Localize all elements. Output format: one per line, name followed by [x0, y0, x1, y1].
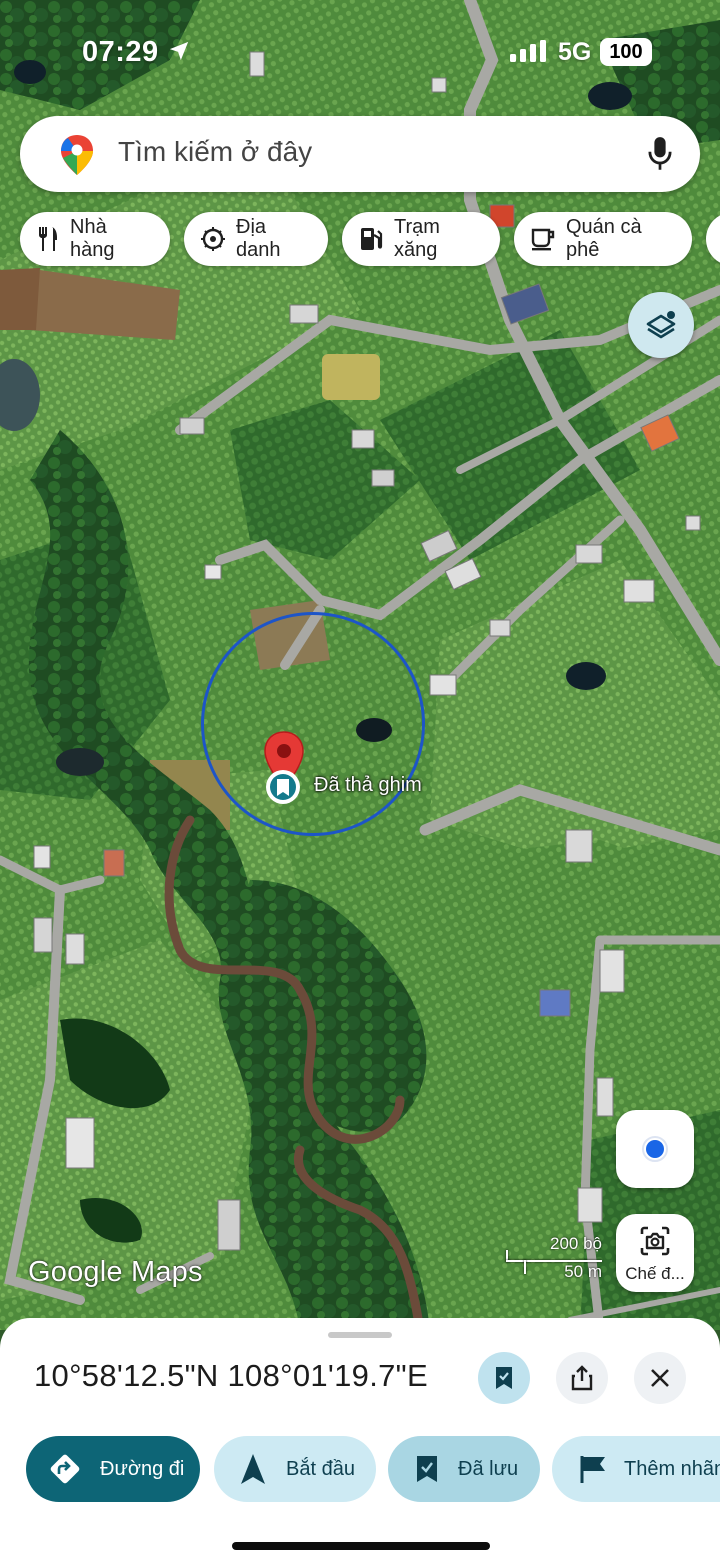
chip-label: Quán cà phê: [566, 216, 642, 261]
scale-imperial-label: 200 bộ: [550, 1234, 602, 1253]
category-chips: Nhà hàng Địa danh Trạm xăng Quán cà phê: [20, 212, 720, 266]
chip-label: Nhà hàng: [70, 216, 115, 261]
chip-label: Địa danh: [236, 216, 281, 261]
search-input[interactable]: Tìm kiếm ở đây: [118, 136, 312, 168]
chip-coffee[interactable]: Quán cà phê: [514, 212, 692, 266]
location-services-icon: [168, 40, 190, 67]
gas-station-icon: [361, 228, 383, 250]
share-icon: [571, 1365, 593, 1391]
map-layers-button[interactable]: [628, 292, 694, 358]
battery-icon: 100: [600, 38, 652, 66]
my-location-button[interactable]: [616, 1110, 694, 1188]
add-label-label: Thêm nhãn: [624, 1457, 720, 1480]
sheet-drag-handle[interactable]: [328, 1332, 392, 1338]
directions-button[interactable]: Đường đi: [26, 1436, 200, 1502]
place-sheet: 10°58'12.5"N 108°01'19.7"E Đường đi Bắt …: [0, 1318, 720, 1565]
action-buttons-row: Đường đi Bắt đầu Đã lưu Thêm nhãn: [0, 1436, 720, 1504]
start-label: Bắt đầu: [286, 1457, 355, 1480]
search-bar[interactable]: Tìm kiếm ở đây: [20, 116, 700, 192]
directions-label: Đường đi: [100, 1457, 185, 1480]
fork-knife-icon: [39, 227, 57, 251]
bookmark-icon: [417, 1456, 437, 1482]
google-maps-logo-icon: [60, 134, 94, 181]
share-button[interactable]: [556, 1352, 608, 1404]
cellular-signal-icon: [510, 40, 550, 67]
home-indicator[interactable]: [232, 1542, 490, 1550]
scale-metric-label: 50 m: [564, 1262, 602, 1281]
close-icon: [651, 1369, 669, 1387]
navigation-arrow-icon: [241, 1454, 265, 1484]
network-type: 5G: [558, 38, 592, 66]
microphone-icon[interactable]: [646, 136, 674, 177]
chip-label: Trạm xăng: [394, 216, 440, 261]
chip-gas-stations[interactable]: Trạm xăng: [342, 212, 500, 266]
chip-restaurants[interactable]: Nhà hàng: [20, 212, 170, 266]
camera-lens-icon: [640, 1226, 670, 1256]
start-button[interactable]: Bắt đầu: [214, 1436, 376, 1502]
add-label-button[interactable]: Thêm nhãn: [552, 1436, 720, 1502]
directions-icon: [50, 1454, 80, 1484]
google-maps-watermark: Google Maps: [28, 1256, 203, 1288]
saved-label: Đã lưu: [458, 1457, 519, 1480]
close-button[interactable]: [634, 1352, 686, 1404]
coffee-icon: [531, 228, 555, 251]
status-time: 07:29: [82, 36, 159, 68]
location-dot-icon: [642, 1136, 668, 1162]
lens-mode-button[interactable]: Chế đ...: [616, 1214, 694, 1292]
pin-label: Đã thả ghim: [314, 774, 422, 796]
map-scale: 200 bộ 50 m: [504, 1232, 604, 1282]
status-bar: 07:29 5G 100: [0, 0, 720, 100]
bookmark-check-icon: [496, 1367, 512, 1389]
saved-place-badge-icon: [264, 768, 302, 806]
satellite-map[interactable]: 07:29 5G 100 Tìm kiếm ở đây Nhà hàng Địa…: [0, 0, 720, 1330]
coordinates-title: 10°58'12.5"N 108°01'19.7"E: [34, 1358, 428, 1393]
layers-icon: [646, 311, 676, 339]
saved-button[interactable]: Đã lưu: [388, 1436, 540, 1502]
chip-more[interactable]: [706, 212, 720, 266]
save-place-button[interactable]: [478, 1352, 530, 1404]
lens-mode-label: Chế đ...: [625, 1264, 685, 1283]
accuracy-circle: [201, 612, 425, 836]
flag-icon: [580, 1456, 605, 1483]
landmark-icon: [201, 227, 225, 251]
chip-landmarks[interactable]: Địa danh: [184, 212, 328, 266]
